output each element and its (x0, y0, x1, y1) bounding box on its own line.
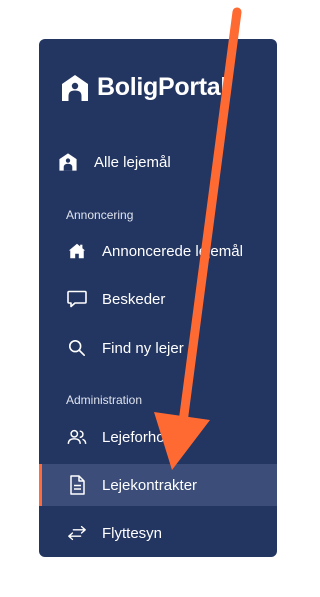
section-title-annoncering: Annoncering (66, 208, 134, 222)
sidebar: BoligPortal Alle lejemål Annoncering Ann… (39, 39, 277, 557)
nav-item-tenancies[interactable]: Lejeforhold (39, 416, 277, 458)
nav-item-label: Find ny lejer (102, 339, 184, 357)
swap-arrows-icon (67, 523, 87, 543)
users-icon (67, 427, 87, 447)
nav-item-leases[interactable]: Lejekontrakter (39, 464, 277, 506)
nav-item-label: Lejekontrakter (102, 476, 198, 494)
brand-logo[interactable]: BoligPortal (61, 73, 227, 102)
nav-all-rentals-label: Alle lejemål (94, 153, 171, 171)
house-person-icon (58, 152, 78, 172)
nav-item-label: Beskeder (102, 290, 166, 308)
nav-item-move-inspection[interactable]: Flyttesyn (39, 512, 277, 554)
nav-item-find-tenant[interactable]: Find ny lejer (39, 327, 277, 369)
nav-item-label: Annoncerede lejemål (102, 242, 243, 260)
brand-name: BoligPortal (97, 73, 228, 101)
nav-item-advertised-rentals[interactable]: Annoncerede lejemål (39, 230, 277, 272)
nav-item-messages[interactable]: Beskeder (39, 278, 277, 320)
house-logo-icon (62, 74, 88, 101)
search-icon (67, 338, 87, 358)
nav-item-label: Lejeforhold (102, 428, 177, 446)
house-icon (67, 241, 87, 261)
chat-bubble-icon (67, 289, 87, 309)
section-title-administration: Administration (66, 393, 143, 407)
nav-item-label: Flyttesyn (102, 524, 163, 542)
document-icon (67, 475, 87, 495)
nav-all-rentals[interactable]: Alle lejemål (39, 141, 277, 183)
